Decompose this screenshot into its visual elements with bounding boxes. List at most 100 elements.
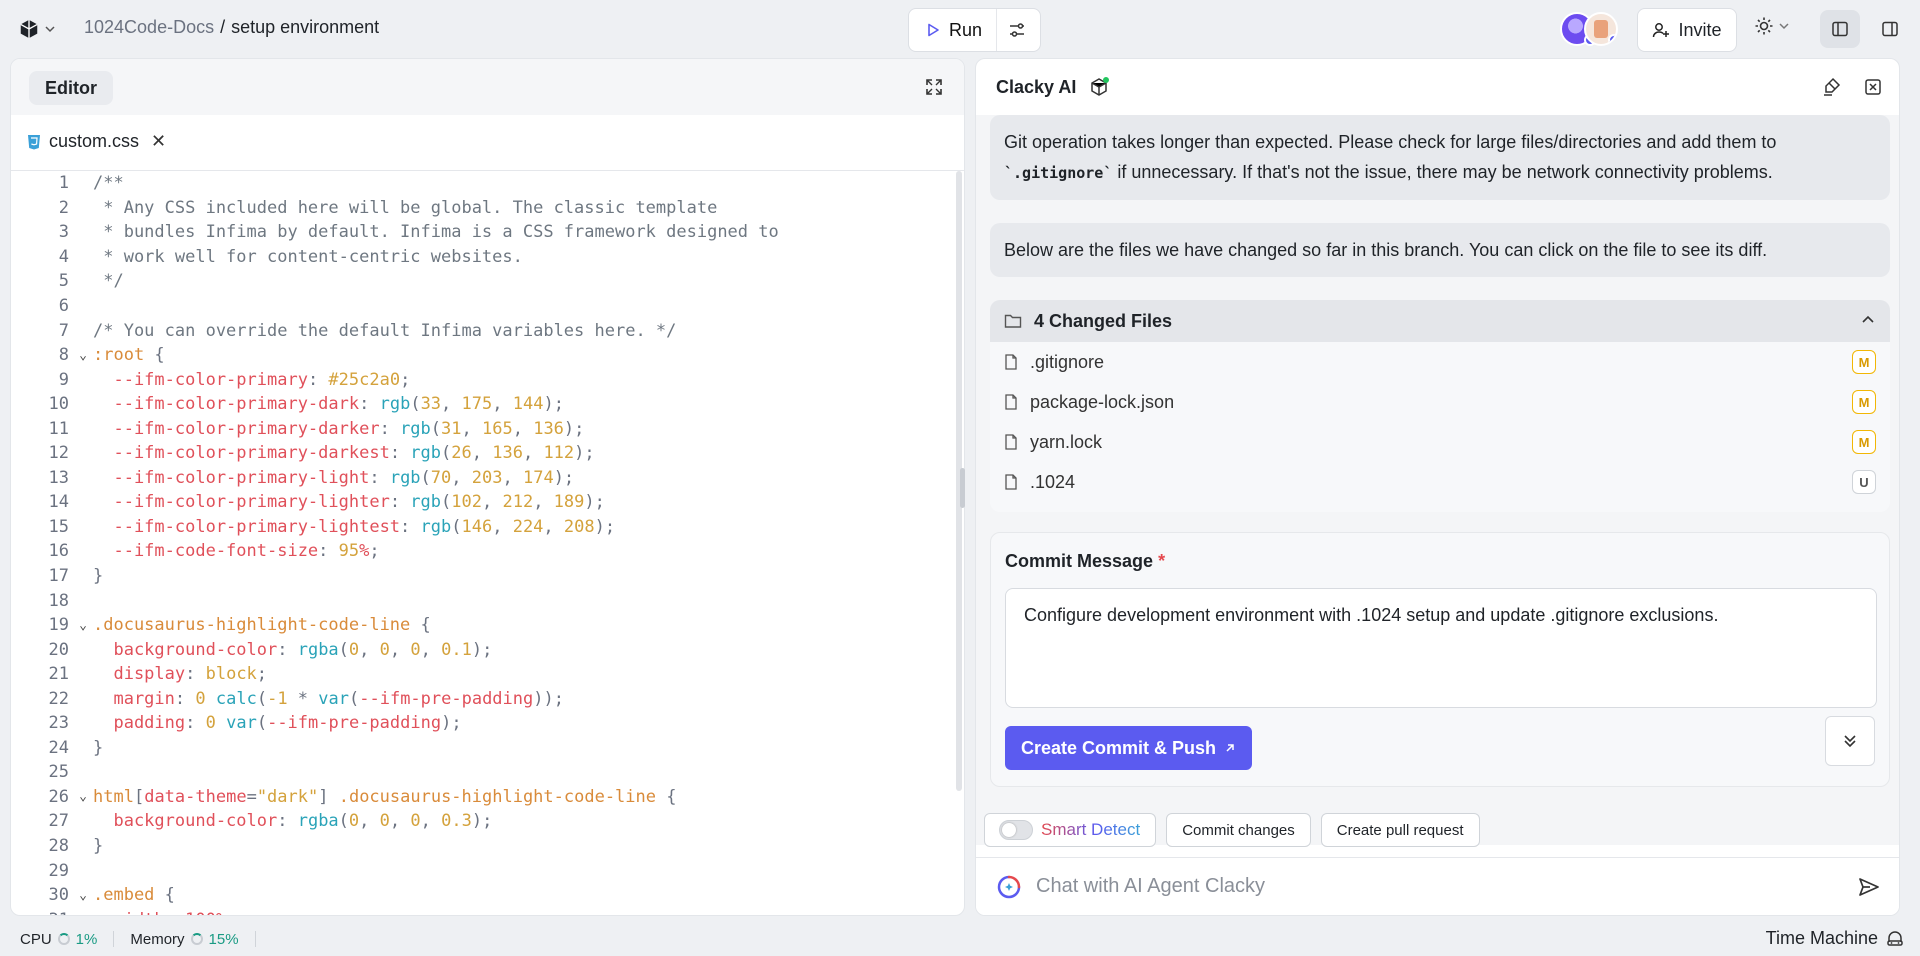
smart-detect-toggle[interactable]: Smart Detect — [984, 813, 1157, 847]
code-token: .docusaurus-highlight-code-line — [338, 786, 656, 807]
commit-changes-button[interactable]: Commit changes — [1166, 813, 1311, 847]
agent-status-icon[interactable] — [1088, 76, 1110, 98]
memory-usage[interactable]: Memory 15% — [130, 931, 238, 948]
code-line[interactable]: 29 — [11, 858, 964, 883]
changed-files-header[interactable]: 4 Changed Files — [990, 300, 1890, 342]
code-line[interactable]: 6 — [11, 294, 964, 319]
code-line[interactable]: 13 --ifm-color-primary-light: rgb(70, 20… — [11, 466, 964, 491]
chat-input[interactable]: Chat with AI Agent Clacky — [1036, 875, 1843, 898]
code-token: ( — [441, 443, 452, 464]
code-token: --ifm-color-primary-light — [93, 467, 370, 488]
fold-chevron-icon[interactable]: ⌄ — [73, 789, 93, 804]
run-button[interactable]: Run — [909, 9, 998, 51]
fold-chevron-icon[interactable]: ⌄ — [73, 618, 93, 633]
code-line[interactable]: 24} — [11, 736, 964, 761]
line-text: */ — [93, 271, 123, 291]
code-line[interactable]: 2 * Any CSS included here will be global… — [11, 196, 964, 221]
run-settings-button[interactable] — [997, 9, 1037, 51]
code-token: rgb — [379, 394, 411, 415]
code-line[interactable]: 16 --ifm-code-font-size: 95%; — [11, 539, 964, 564]
clear-chat-icon[interactable] — [1821, 77, 1841, 97]
code-line[interactable]: 10 --ifm-color-primary-dark: rgb(33, 175… — [11, 392, 964, 417]
toggle-right-panel-button[interactable] — [1870, 10, 1910, 48]
code-line[interactable]: 18 — [11, 588, 964, 613]
code-line[interactable]: 9 --ifm-color-primary: #25c2a0; — [11, 367, 964, 392]
required-marker: * — [1158, 551, 1166, 571]
code-line[interactable]: 21 display: block; — [11, 662, 964, 687]
file-icon — [1005, 474, 1017, 490]
code-line[interactable]: 12 --ifm-color-primary-darkest: rgb(26, … — [11, 441, 964, 466]
changed-file-item[interactable]: package-lock.json M — [990, 382, 1890, 422]
code-line[interactable]: 30 ⌄ .embed { — [11, 883, 964, 908]
code-line[interactable]: 23 padding: 0 var(--ifm-pre-padding); — [11, 711, 964, 736]
file-tab-custom-css[interactable]: custom.css ✕ — [27, 131, 166, 152]
commit-message-input[interactable]: Configure development environment with .… — [1005, 588, 1877, 708]
toggle-switch[interactable] — [999, 820, 1033, 840]
time-machine-button[interactable]: Time Machine — [1766, 928, 1904, 949]
file-status-badge: M — [1852, 430, 1876, 454]
code-line[interactable]: 3 * bundles Infima by default. Infima is… — [11, 220, 964, 245]
code-line[interactable]: 19 ⌄ .docusaurus-highlight-code-line { — [11, 613, 964, 638]
code-line[interactable]: 4 * work well for content-centric websit… — [11, 245, 964, 270]
code-line[interactable]: 8 ⌄:root { — [11, 343, 964, 368]
code-token: , — [359, 811, 380, 832]
code-token: background-color — [93, 811, 278, 832]
line-text: * Any CSS included here will be global. … — [93, 198, 717, 218]
smart-detect-label: Smart Detect — [1041, 820, 1141, 839]
changed-file-name: .gitignore — [1030, 351, 1105, 372]
app-logo-menu[interactable] — [18, 18, 56, 40]
line-number: 19 — [48, 615, 69, 636]
code-line[interactable]: 28} — [11, 834, 964, 859]
code-editor[interactable]: 1 /** 2 * Any CSS included here will be gl… — [11, 171, 964, 915]
theme-toggle[interactable] — [1754, 16, 1790, 36]
code-line[interactable]: 17} — [11, 564, 964, 589]
code-line[interactable]: 7 /* You can override the default Infima … — [11, 318, 964, 343]
send-icon[interactable] — [1857, 875, 1881, 899]
collaborator-avatars[interactable] — [1560, 12, 1618, 46]
toggle-left-panel-button[interactable] — [1820, 10, 1860, 48]
collapse-panel-icon[interactable] — [1863, 77, 1883, 97]
fold-chevron-icon[interactable]: ⌄ — [73, 348, 93, 363]
code-token: --ifm-color-primary-darker — [93, 418, 380, 439]
avatar[interactable] — [1584, 12, 1618, 46]
code-line[interactable]: 27 background-color: rgba(0, 0, 0, 0.3); — [11, 809, 964, 834]
changed-file-item[interactable]: yarn.lock M — [990, 422, 1890, 462]
chevron-up-icon[interactable] — [1860, 312, 1876, 328]
code-token: -1 — [267, 688, 288, 709]
code-line[interactable]: 25 — [11, 760, 964, 785]
invite-button[interactable]: Invite — [1637, 8, 1737, 52]
breadcrumb-project[interactable]: 1024Code-Docs — [84, 17, 214, 38]
create-pull-request-button[interactable]: Create pull request — [1320, 813, 1480, 847]
changed-file-item[interactable]: .gitignore M — [990, 342, 1890, 382]
msg2-text: Below are the files we have changed so f… — [1004, 240, 1768, 260]
line-number: 25 — [48, 762, 69, 783]
code-line[interactable]: 20 background-color: rgba(0, 0, 0, 0.1); — [11, 637, 964, 662]
ai-title: Clacky AI — [996, 76, 1110, 98]
cpu-usage[interactable]: CPU 1% — [20, 931, 97, 948]
code-token: rgb — [420, 516, 452, 537]
ai-header: Clacky AI — [976, 59, 1899, 115]
memory-ring-icon — [190, 933, 203, 945]
panel-resize-handle[interactable] — [960, 468, 965, 508]
changed-file-item[interactable]: .1024 U — [990, 462, 1890, 502]
code-line[interactable]: 26 ⌄ html[data-theme="dark"] .docusaurus-h… — [11, 785, 964, 810]
code-token: 31 — [441, 418, 462, 439]
play-icon — [928, 23, 939, 37]
code-token: ); — [563, 418, 585, 439]
code-line[interactable]: 15 --ifm-color-primary-lightest: rgb(146… — [11, 515, 964, 540]
expand-options-button[interactable] — [1825, 716, 1875, 766]
code-line[interactable]: 14 --ifm-color-primary-lighter: rgb(102,… — [11, 490, 964, 515]
close-tab-icon[interactable]: ✕ — [151, 131, 166, 152]
code-line[interactable]: 22 margin: 0 calc(-1 * var(--ifm-pre-pad… — [11, 686, 964, 711]
code-token: * — [287, 688, 319, 709]
breadcrumb-page[interactable]: setup environment — [231, 17, 379, 38]
create-commit-push-button[interactable]: Create Commit & Push — [1005, 726, 1253, 770]
fold-chevron-icon[interactable]: ⌄ — [73, 888, 93, 903]
code-token: 224 — [512, 516, 544, 537]
code-line[interactable]: 5 */ — [11, 269, 964, 294]
editor-title[interactable]: Editor — [29, 71, 113, 105]
code-line[interactable]: 31 width: 100%; — [11, 907, 964, 915]
fullscreen-button[interactable] — [924, 77, 944, 102]
code-line[interactable]: 1 /** — [11, 171, 964, 196]
code-line[interactable]: 11 --ifm-color-primary-darker: rgb(31, 1… — [11, 416, 964, 441]
